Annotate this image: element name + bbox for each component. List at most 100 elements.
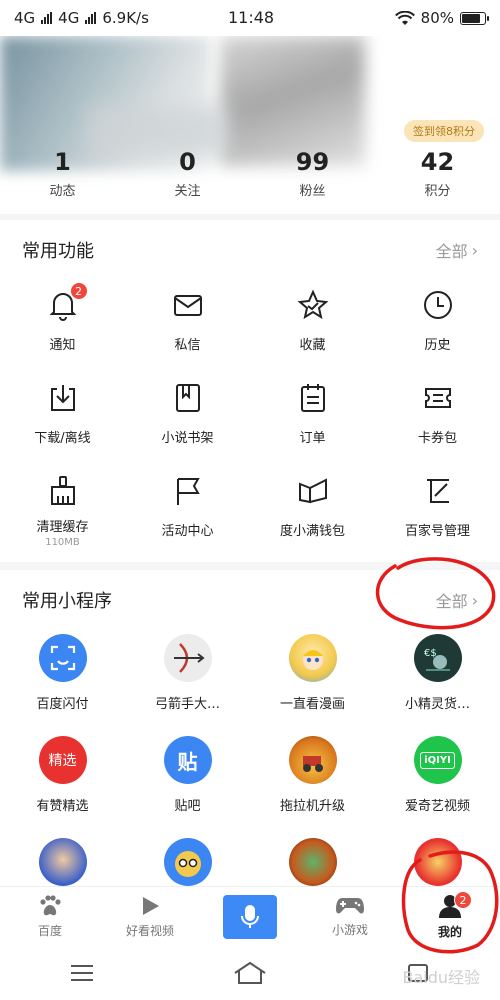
star-icon bbox=[296, 288, 330, 322]
feature-notifications[interactable]: 2 通知 bbox=[0, 280, 125, 373]
tab-mini-games[interactable]: 小游戏 bbox=[300, 887, 400, 946]
profile-header: 签到领8积分 1 动态 0 关注 99 粉丝 42 积分 bbox=[0, 36, 500, 214]
tab-label: 小游戏 bbox=[331, 923, 368, 937]
tab-baidu[interactable]: 百度 bbox=[0, 887, 100, 946]
game-ball-icon bbox=[288, 838, 337, 886]
miniprogram-label: 爱奇艺视频 bbox=[404, 799, 470, 814]
stat-label: 粉丝 bbox=[299, 184, 326, 199]
feature-label: 历史 bbox=[424, 338, 451, 353]
signin-points-badge[interactable]: 签到领8积分 bbox=[404, 120, 484, 142]
miniprogram-tractor[interactable]: 拖拉机升级 bbox=[250, 732, 375, 834]
section-header: 常用功能 全部 › bbox=[0, 220, 500, 280]
feature-messages[interactable]: 私信 bbox=[125, 280, 250, 373]
tab-me[interactable]: 2 我的 bbox=[400, 887, 500, 946]
feature-label: 订单 bbox=[299, 431, 326, 446]
miniprogram-youzan[interactable]: 精选 有赞精选 bbox=[0, 732, 125, 834]
miniprogram-partial-3[interactable] bbox=[250, 834, 375, 886]
order-icon bbox=[296, 381, 330, 415]
book-icon bbox=[171, 381, 205, 415]
feature-label: 清理缓存 bbox=[36, 520, 89, 535]
section-title: 常用功能 bbox=[22, 241, 94, 262]
view-all-miniprograms-link[interactable]: 全部 › bbox=[436, 588, 478, 612]
notification-badge: 2 bbox=[69, 282, 88, 300]
feature-baijiahao[interactable]: 百家号管理 bbox=[375, 466, 500, 559]
menu-icon[interactable] bbox=[69, 963, 95, 983]
edit-icon bbox=[421, 474, 455, 508]
tieba-icon-text: 贴 bbox=[177, 749, 198, 774]
feature-label: 收藏 bbox=[299, 338, 326, 353]
status-right: 80% bbox=[394, 9, 489, 27]
clock: 11:48 bbox=[228, 8, 275, 27]
feature-activity-center[interactable]: 活动中心 bbox=[125, 466, 250, 559]
miniprogram-label: 贴吧 bbox=[174, 799, 201, 814]
stat-value: 42 bbox=[420, 148, 455, 176]
miniprogram-label: 弓箭手大… bbox=[154, 697, 220, 712]
signal-icon-2 bbox=[85, 12, 97, 24]
feature-label: 下载/离线 bbox=[34, 431, 91, 446]
feature-wallet[interactable]: 度小满钱包 bbox=[250, 466, 375, 559]
feature-history[interactable]: 历史 bbox=[375, 280, 500, 373]
miniprogram-label: 一直看漫画 bbox=[279, 697, 345, 712]
common-features-section: 常用功能 全部 › 2 通知 私信 收藏 历史 下载/离线 小说书架 订单 卡券… bbox=[0, 220, 500, 562]
stat-followers[interactable]: 99 粉丝 bbox=[250, 148, 375, 199]
ticket-icon bbox=[421, 381, 455, 415]
stat-following[interactable]: 0 关注 bbox=[125, 148, 250, 199]
battery-percent: 80% bbox=[420, 9, 454, 27]
feature-favorites[interactable]: 收藏 bbox=[250, 280, 375, 373]
wifi-icon bbox=[394, 10, 415, 25]
me-badge: 2 bbox=[454, 891, 472, 909]
play-icon bbox=[143, 897, 159, 915]
voice-button-bg bbox=[223, 894, 277, 939]
miniprogram-partial-2[interactable] bbox=[125, 834, 250, 886]
miniprogram-manga[interactable]: 一直看漫画 bbox=[250, 630, 375, 732]
wallet-icon bbox=[296, 474, 330, 508]
stat-points[interactable]: 42 积分 bbox=[375, 148, 500, 199]
feature-bookshelf[interactable]: 小说书架 bbox=[125, 373, 250, 466]
miniprogram-finance[interactable]: €$ 小精灵货… bbox=[375, 630, 500, 732]
watermark: Baidu经验 bbox=[402, 968, 480, 987]
broom-icon bbox=[46, 474, 80, 508]
miniprogram-baidu-pay[interactable]: 百度闪付 bbox=[0, 630, 125, 732]
tab-label: 我的 bbox=[437, 925, 462, 939]
miniprogram-label: 有赞精选 bbox=[36, 799, 89, 814]
status-bar: 4G 4G 6.9K/s 11:48 80% bbox=[0, 0, 500, 36]
stat-posts[interactable]: 1 动态 bbox=[0, 148, 125, 199]
feature-label: 百家号管理 bbox=[404, 524, 470, 539]
stat-value: 99 bbox=[295, 148, 330, 176]
feature-label: 通知 bbox=[49, 338, 76, 353]
feature-downloads[interactable]: 下载/离线 bbox=[0, 373, 125, 466]
miniprogram-label: 小精灵货… bbox=[404, 697, 470, 712]
view-all-features-link[interactable]: 全部 › bbox=[436, 238, 478, 262]
feature-label: 度小满钱包 bbox=[279, 524, 345, 539]
miniprogram-tieba[interactable]: 贴 贴吧 bbox=[125, 732, 250, 834]
feature-coupons[interactable]: 卡券包 bbox=[375, 373, 500, 466]
miniprogram-partial-4[interactable] bbox=[375, 834, 500, 886]
stat-label: 积分 bbox=[424, 184, 451, 199]
blurred-username-region bbox=[220, 36, 365, 166]
feature-clear-cache[interactable]: 清理缓存 110MB bbox=[0, 466, 125, 559]
miniprogram-partial-1[interactable] bbox=[0, 834, 125, 886]
tab-label: 好看视频 bbox=[125, 924, 174, 938]
feature-label: 小说书架 bbox=[161, 431, 214, 446]
miniprogram-label: 拖拉机升级 bbox=[279, 799, 345, 814]
signal-icon bbox=[41, 12, 53, 24]
home-icon[interactable] bbox=[233, 961, 267, 985]
miniprogram-archer[interactable]: 弓箭手大… bbox=[125, 630, 250, 732]
cartoon-face-icon bbox=[163, 838, 212, 886]
bottom-tab-bar: 百度 好看视频 小游戏 2 我的 bbox=[0, 886, 500, 946]
network-type-2: 4G bbox=[58, 9, 80, 27]
iqiyi-icon: iQIYI bbox=[413, 736, 462, 784]
feature-orders[interactable]: 订单 bbox=[250, 373, 375, 466]
voice-search-button[interactable] bbox=[200, 887, 300, 946]
view-all-label: 全部 bbox=[435, 242, 468, 261]
tab-haokan-video[interactable]: 好看视频 bbox=[100, 887, 200, 946]
feature-label: 卡券包 bbox=[417, 431, 457, 446]
tieba-icon: 贴 bbox=[163, 736, 212, 784]
download-icon bbox=[46, 381, 80, 415]
chevron-right-icon: › bbox=[471, 240, 478, 260]
manga-icon bbox=[288, 634, 337, 682]
miniprogram-iqiyi[interactable]: iQIYI 爱奇艺视频 bbox=[375, 732, 500, 834]
network-speed: 6.9K/s bbox=[102, 9, 149, 27]
mini-programs-section: 常用小程序 全部 › 百度闪付 弓箭手大… 一直看漫画 €$ 小精灵货… 精选 … bbox=[0, 570, 500, 886]
miniprogram-label: 百度闪付 bbox=[36, 697, 89, 712]
